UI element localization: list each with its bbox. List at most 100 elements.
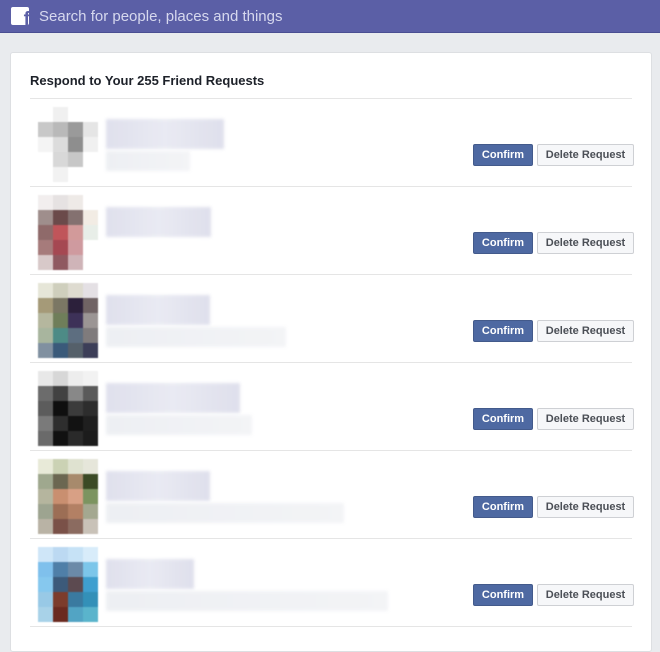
avatar-pixel bbox=[68, 298, 83, 313]
avatar-pixel bbox=[38, 416, 53, 431]
avatar-pixel bbox=[53, 431, 68, 446]
avatar-pixel bbox=[53, 459, 68, 474]
avatar-pixel bbox=[83, 489, 98, 504]
blurred-name[interactable] bbox=[106, 383, 240, 413]
avatar-pixel bbox=[68, 283, 83, 298]
avatar-pixel bbox=[53, 107, 68, 122]
delete-request-button[interactable]: Delete Request bbox=[537, 232, 634, 254]
avatar-pixel bbox=[83, 195, 98, 210]
avatar-pixel bbox=[38, 607, 53, 622]
blurred-name[interactable] bbox=[106, 559, 194, 589]
friend-request-row: Confirm Delete Request bbox=[30, 99, 634, 187]
confirm-button[interactable]: Confirm bbox=[473, 408, 533, 430]
avatar-pixel bbox=[38, 547, 53, 562]
delete-request-button[interactable]: Delete Request bbox=[537, 496, 634, 518]
avatar-pixel bbox=[68, 607, 83, 622]
avatar-pixel bbox=[68, 489, 83, 504]
avatar-pixel bbox=[38, 210, 53, 225]
avatar-pixel bbox=[38, 167, 53, 182]
avatar-pixel bbox=[53, 519, 68, 534]
avatar-pixel bbox=[53, 283, 68, 298]
avatar-pixel bbox=[68, 386, 83, 401]
avatar-pixel bbox=[38, 255, 53, 270]
avatar-pixel bbox=[38, 298, 53, 313]
avatar-pixel bbox=[83, 298, 98, 313]
avatar-pixel bbox=[83, 547, 98, 562]
avatar-pixel bbox=[83, 255, 98, 270]
avatar-pixel bbox=[53, 547, 68, 562]
blurred-name[interactable] bbox=[106, 471, 210, 501]
avatar-pixel bbox=[38, 562, 53, 577]
avatar[interactable] bbox=[30, 283, 106, 359]
avatar-pixel bbox=[83, 519, 98, 534]
avatar-pixel bbox=[53, 474, 68, 489]
avatar-pixel bbox=[83, 343, 98, 358]
confirm-button[interactable]: Confirm bbox=[473, 144, 533, 166]
friend-request-row: Confirm Delete Request bbox=[30, 539, 634, 627]
delete-request-button[interactable]: Delete Request bbox=[537, 408, 634, 430]
avatar-pixel bbox=[53, 371, 68, 386]
avatar-pixel bbox=[38, 225, 53, 240]
avatar-pixel bbox=[53, 386, 68, 401]
avatar-pixel bbox=[68, 107, 83, 122]
panel-title: Respond to Your 255 Friend Requests bbox=[30, 73, 265, 88]
confirm-button[interactable]: Confirm bbox=[473, 232, 533, 254]
avatar-pixel bbox=[53, 152, 68, 167]
avatar[interactable] bbox=[30, 195, 106, 271]
avatar-pixel bbox=[83, 592, 98, 607]
avatar-pixel bbox=[68, 122, 83, 137]
avatar-pixel bbox=[83, 313, 98, 328]
avatar-pixel bbox=[53, 195, 68, 210]
avatar-pixel bbox=[53, 328, 68, 343]
avatar[interactable] bbox=[30, 459, 106, 535]
avatar-pixel bbox=[83, 431, 98, 446]
facebook-f-icon[interactable]: f bbox=[11, 7, 29, 25]
avatar-pixel bbox=[53, 240, 68, 255]
blurred-mutual-friends bbox=[106, 327, 286, 347]
delete-request-button[interactable]: Delete Request bbox=[537, 584, 634, 606]
avatar-pixel bbox=[83, 607, 98, 622]
avatar[interactable] bbox=[30, 371, 106, 447]
avatar-pixel bbox=[38, 107, 53, 122]
avatar-pixel bbox=[38, 195, 53, 210]
avatar-pixel bbox=[83, 416, 98, 431]
avatar[interactable] bbox=[30, 107, 106, 183]
blurred-name[interactable] bbox=[106, 295, 210, 325]
avatar-pixel bbox=[38, 137, 53, 152]
confirm-button[interactable]: Confirm bbox=[473, 320, 533, 342]
blurred-mutual-friends bbox=[106, 503, 344, 523]
avatar[interactable] bbox=[30, 547, 106, 623]
avatar-pixel bbox=[38, 240, 53, 255]
confirm-button[interactable]: Confirm bbox=[473, 496, 533, 518]
avatar-pixel bbox=[53, 137, 68, 152]
delete-request-button[interactable]: Delete Request bbox=[537, 144, 634, 166]
avatar-pixel bbox=[38, 343, 53, 358]
confirm-button[interactable]: Confirm bbox=[473, 584, 533, 606]
avatar-pixel bbox=[68, 328, 83, 343]
facebook-logo-glyph: f bbox=[23, 9, 29, 25]
avatar-pixel bbox=[83, 474, 98, 489]
friend-request-row: Confirm Delete Request bbox=[30, 275, 634, 363]
avatar-pixel bbox=[83, 107, 98, 122]
avatar-pixel bbox=[53, 225, 68, 240]
avatar-pixel bbox=[83, 577, 98, 592]
delete-request-button[interactable]: Delete Request bbox=[537, 320, 634, 342]
friend-requests-panel: Respond to Your 255 Friend Requests Conf… bbox=[10, 52, 652, 652]
avatar-pixel bbox=[83, 167, 98, 182]
blurred-name[interactable] bbox=[106, 119, 224, 149]
avatar-pixel bbox=[53, 343, 68, 358]
avatar-pixel bbox=[83, 371, 98, 386]
search-input[interactable] bbox=[39, 5, 439, 27]
avatar-pixel bbox=[38, 122, 53, 137]
avatar-pixel bbox=[38, 577, 53, 592]
avatar-pixel bbox=[53, 313, 68, 328]
avatar-pixel bbox=[83, 386, 98, 401]
avatar-pixel bbox=[68, 255, 83, 270]
avatar-pixel bbox=[68, 504, 83, 519]
blurred-name[interactable] bbox=[106, 207, 211, 237]
top-navigation-bar: f bbox=[0, 0, 660, 33]
avatar-pixel bbox=[83, 225, 98, 240]
avatar-pixel bbox=[53, 255, 68, 270]
avatar-pixel bbox=[83, 562, 98, 577]
avatar-pixel bbox=[83, 122, 98, 137]
